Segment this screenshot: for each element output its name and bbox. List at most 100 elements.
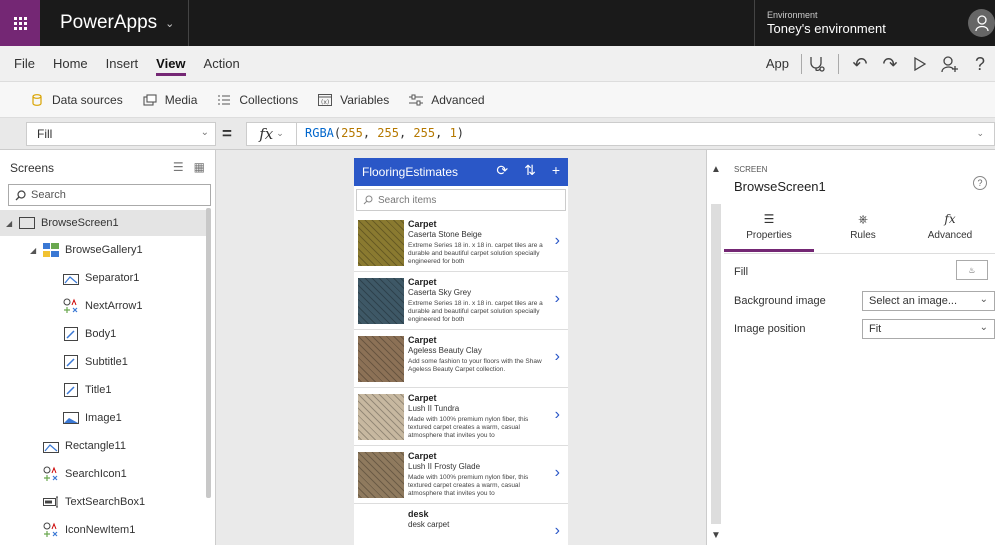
formula-input[interactable]: fx ⌄ RGBA(255, 255, 255, 1) ⌄ [246,122,995,146]
app-launcher-button[interactable] [0,0,40,46]
tree-view-icon[interactable]: ☰ [173,160,184,174]
app-search-input[interactable]: Search items [356,189,566,211]
tree-item-label: NextArrow1 [85,300,143,312]
tree-item-label: Image1 [85,412,122,424]
menu-file[interactable]: File [14,56,35,71]
property-dropdown[interactable]: Fill ⌄ [26,122,216,146]
gallery-item[interactable]: Carpet Lush II Tundra Made with 100% premi… [354,388,568,446]
formula-text: RGBA(255, 255, 255, 1) [305,126,465,140]
label-icon [62,383,80,397]
menu-insert[interactable]: Insert [106,56,139,71]
chevron-right-icon[interactable]: › [555,522,560,540]
advanced-button[interactable]: Advanced [409,93,485,107]
collapse-triangle-icon[interactable]: ◢ [6,219,18,228]
tree-item-browsescreen1[interactable]: ◢ BrowseScreen1 [6,210,119,236]
menu-bar: File Home Insert View Action App ↶ ↷ ? [0,46,995,82]
help-icon[interactable]: ? [973,176,987,190]
label-icon [62,355,80,369]
chevron-right-icon[interactable]: › [555,290,560,308]
image-position-dropdown[interactable]: Fit ⌄ [862,319,995,339]
expand-formula-icon[interactable]: ⌄ [976,128,984,139]
variables-button[interactable]: (x) Variables [318,93,389,107]
avatar[interactable] [968,9,995,37]
tree-item-label: Body1 [85,328,117,340]
tab-properties[interactable]: ☰ Properties [724,212,814,252]
undo-icon[interactable]: ↶ [845,46,875,82]
scroll-down-icon[interactable]: ▼ [711,530,721,541]
tab-advanced[interactable]: fx Advanced [905,212,995,252]
screens-panel: Screens ☰ ▦ Search ◢ BrowseScreen1 ◢ Bro… [0,150,216,545]
scroll-up-icon[interactable]: ▲ [711,164,721,175]
tree-item-title1[interactable]: Title1 [62,377,112,403]
menu-home[interactable]: Home [53,56,88,71]
tree-item-image1[interactable]: Image1 [62,405,122,431]
tree-item-nextarrow1[interactable]: NextArrow1 [62,293,142,319]
environment-name: Toney's environment [767,21,886,36]
chevron-right-icon[interactable]: › [555,464,560,482]
tree-item-searchicon1[interactable]: SearchIcon1 [42,461,127,487]
gallery-item[interactable]: Carpet Ageless Beauty Clay Add some fashio… [354,330,568,388]
media-button[interactable]: Media [143,93,197,107]
chevron-right-icon[interactable]: › [555,348,560,366]
tab-label: Rules [850,230,876,241]
tree-item-body1[interactable]: Body1 [62,321,116,347]
tree-item-label: BrowseScreen1 [41,217,119,229]
tree-item-iconnewitem1[interactable]: IconNewItem1 [42,517,135,543]
function-button[interactable]: fx ⌄ [247,123,297,145]
environment-picker[interactable]: Environment Toney's environment [754,0,964,46]
gallery-item[interactable]: Carpet Caserta Stone Beige Extreme Series … [354,214,568,272]
gallery-item[interactable]: Carpet Caserta Sky Grey Extreme Series 18 … [354,272,568,330]
item-body: Add some fashion to your floors with the… [408,358,542,373]
menu-view[interactable]: View [156,56,186,76]
scroll-thumb[interactable] [711,204,721,524]
item-image [358,336,404,382]
formula-bar: Fill ⌄ = fx ⌄ RGBA(255, 255, 255, 1) ⌄ [0,118,995,150]
redo-icon[interactable]: ↷ [875,46,905,82]
play-icon[interactable] [905,46,935,82]
canvas-scrollbar[interactable]: ▲ ▼ [706,150,724,545]
settings-sliders-icon [409,93,424,107]
app-switcher[interactable]: PowerApps ⌄ [60,0,190,46]
formula-arg-g: 255 [377,126,399,140]
item-body: Made with 100% premium nylon fiber, this… [408,416,529,439]
data-sources-button[interactable]: Data sources [30,93,123,107]
item-image [358,452,404,498]
top-bar: PowerApps ⌄ Environment Toney's environm… [0,0,995,46]
gallery-item[interactable]: desk desk carpet › [354,504,568,545]
chevron-right-icon[interactable]: › [555,232,560,250]
tree-item-rectangle11[interactable]: Rectangle11 [42,433,126,459]
thumbnail-view-icon[interactable]: ▦ [194,160,205,174]
tree-item-separator1[interactable]: Separator1 [62,265,139,291]
background-image-dropdown[interactable]: Select an image... ⌄ [862,291,995,311]
app-checker-icon[interactable] [802,46,832,82]
sort-icon[interactable]: ⇅ [524,162,536,179]
tree-item-subtitle1[interactable]: Subtitle1 [62,349,128,375]
tab-rules[interactable]: ⎈ Rules [818,212,908,252]
tree-item-textsearchbox1[interactable]: TextSearchBox1 [42,489,145,515]
gallery-item[interactable]: Carpet Lush II Frosty Glade Made with 100%… [354,446,568,504]
refresh-icon[interactable]: ⟳ [496,162,508,179]
fill-color-picker[interactable]: ♨ [956,260,988,280]
app-settings-link[interactable]: App [754,54,802,74]
tree-item-browsegallery1[interactable]: ◢ BrowseGallery1 [30,237,143,263]
collapse-triangle-icon[interactable]: ◢ [30,246,42,255]
gallery-icon [42,243,60,257]
menu-action[interactable]: Action [204,56,240,71]
app-preview-screen[interactable]: FlooringEstimates ⟳ ⇅ + Search items Car… [354,158,568,545]
data-sources-label: Data sources [52,92,123,107]
selection-type: SCREEN [734,165,768,174]
formula-arg-b: 255 [413,126,436,140]
fx-icon: fx [944,212,956,226]
add-icon[interactable]: + [552,162,560,179]
collections-button[interactable]: Collections [217,93,298,107]
tree-item-label: Rectangle11 [65,440,126,452]
screens-search-input[interactable]: Search [8,184,211,206]
share-user-icon[interactable] [935,46,965,82]
background-image-value: Select an image... [869,295,958,307]
tree-scrollbar[interactable] [206,208,211,498]
tree-item-label: SearchIcon1 [65,468,127,480]
chevron-right-icon[interactable]: › [555,406,560,424]
help-icon[interactable]: ? [965,46,995,82]
item-title: Carpet [408,219,437,229]
tree-item-label: Subtitle1 [85,356,128,368]
